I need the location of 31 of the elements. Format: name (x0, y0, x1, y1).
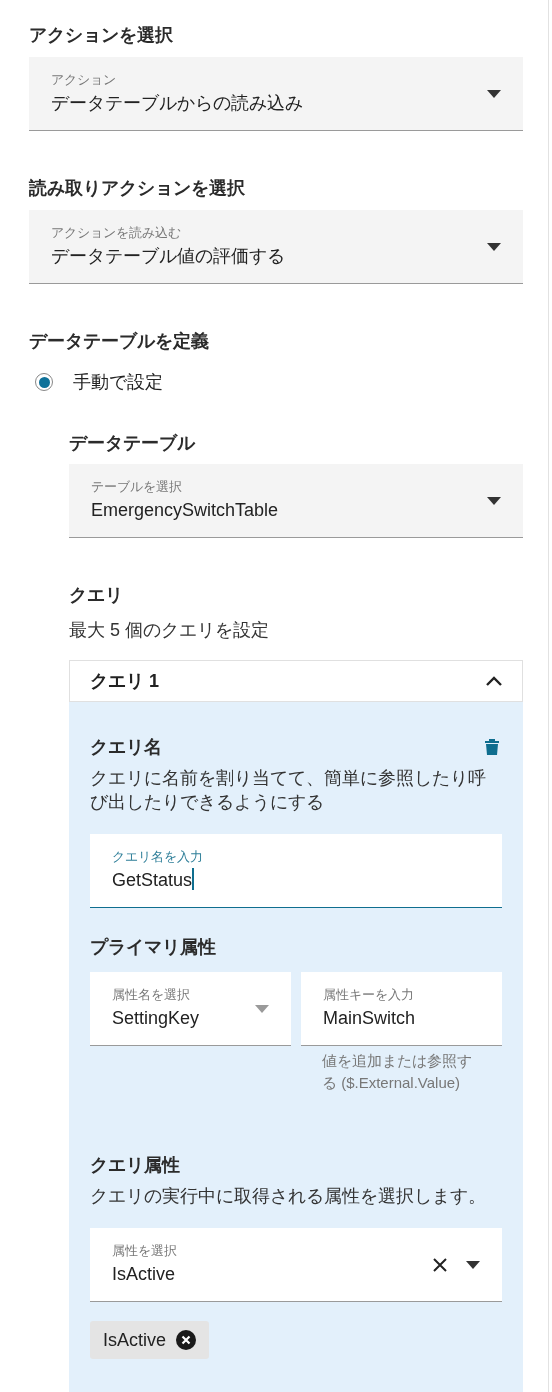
radio-label[interactable]: 手動で設定 (73, 370, 163, 394)
caret-down-icon (487, 497, 501, 505)
remove-icon[interactable] (176, 1330, 197, 1350)
field-heading: クエリ属性 (90, 1154, 181, 1176)
helper-text: 値を追加または参照する ($.External.Value) (321, 1051, 473, 1093)
accordion-title: クエリ 1 (90, 670, 159, 693)
field-heading: プライマリ属性 (90, 936, 217, 958)
caret-down-icon (466, 1261, 480, 1269)
field-heading: クエリ名 (90, 736, 162, 758)
section-heading: 読み取りアクションを選択 (29, 177, 246, 199)
field-heading: クエリ (69, 584, 124, 606)
accordion-header[interactable]: クエリ 1 (69, 660, 523, 702)
field-heading: データテーブル (69, 432, 197, 454)
caret-down-icon (487, 243, 501, 251)
select-field[interactable]: テーブルを選択 EmergencySwitchTable (69, 464, 523, 538)
description-text: 最大 5 個のクエリを設定 (69, 619, 270, 642)
caret-down-icon (487, 90, 501, 98)
description-text: クエリに名前を割り当てて、簡単に参照したり呼び出したりできるようにする (90, 767, 487, 814)
section-heading: データテーブルを定義 (29, 330, 210, 352)
clear-icon[interactable] (432, 1257, 448, 1273)
radio-button[interactable] (35, 373, 53, 391)
chevron-up-icon (486, 676, 502, 686)
trash-icon (485, 739, 499, 755)
select-field[interactable]: 属性を選択 IsActive (90, 1228, 502, 1302)
chip-label: IsActive (103, 1329, 167, 1351)
select-field[interactable]: アクションを読み込む データテーブル値の評価する (29, 210, 523, 284)
input-field[interactable]: クエリ名を入力 GetStatus (90, 834, 502, 908)
select-field[interactable]: アクション データテーブルからの読み込み (29, 57, 523, 131)
description-text: クエリの実行中に取得される属性を選択します。 (90, 1185, 487, 1208)
input-field[interactable]: 属性キーを入力 MainSwitch (301, 972, 502, 1046)
section-heading: アクションを選択 (29, 24, 174, 46)
